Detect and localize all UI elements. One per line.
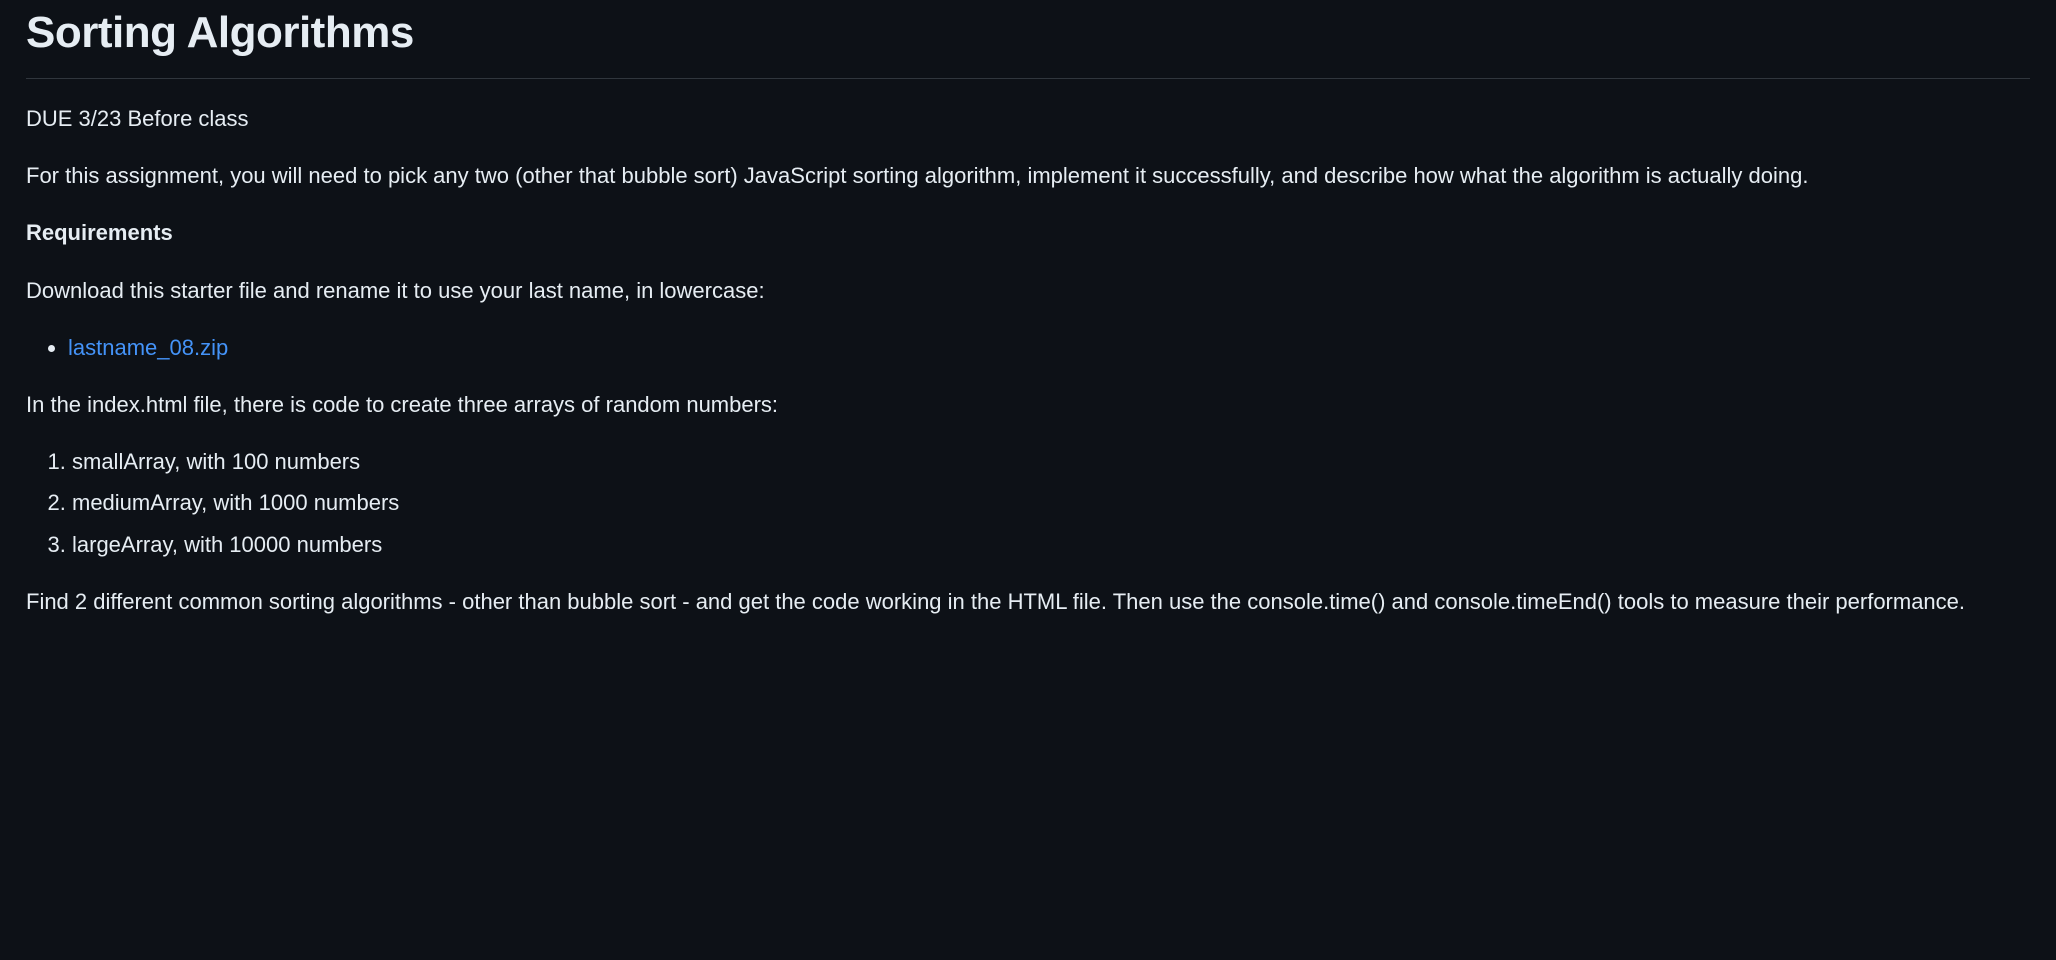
- intro-paragraph: For this assignment, you will need to pi…: [26, 158, 2030, 193]
- index-file-description: In the index.html file, there is code to…: [26, 387, 2030, 422]
- starter-file-list: lastname_08.zip: [26, 330, 2030, 365]
- arrays-list: smallArray, with 100 numbers mediumArray…: [26, 444, 2030, 562]
- list-item: smallArray, with 100 numbers: [72, 444, 2030, 479]
- list-item: mediumArray, with 1000 numbers: [72, 485, 2030, 520]
- requirements-label: Requirements: [26, 220, 173, 245]
- find-algorithms-paragraph: Find 2 different common sorting algorith…: [26, 584, 2030, 619]
- download-instruction: Download this starter file and rename it…: [26, 273, 2030, 308]
- list-item: lastname_08.zip: [68, 330, 2030, 365]
- starter-file-link[interactable]: lastname_08.zip: [68, 335, 228, 360]
- page-title: Sorting Algorithms: [26, 0, 2030, 79]
- due-date-text: DUE 3/23 Before class: [26, 101, 2030, 136]
- requirements-heading: Requirements: [26, 215, 2030, 250]
- list-item: largeArray, with 10000 numbers: [72, 527, 2030, 562]
